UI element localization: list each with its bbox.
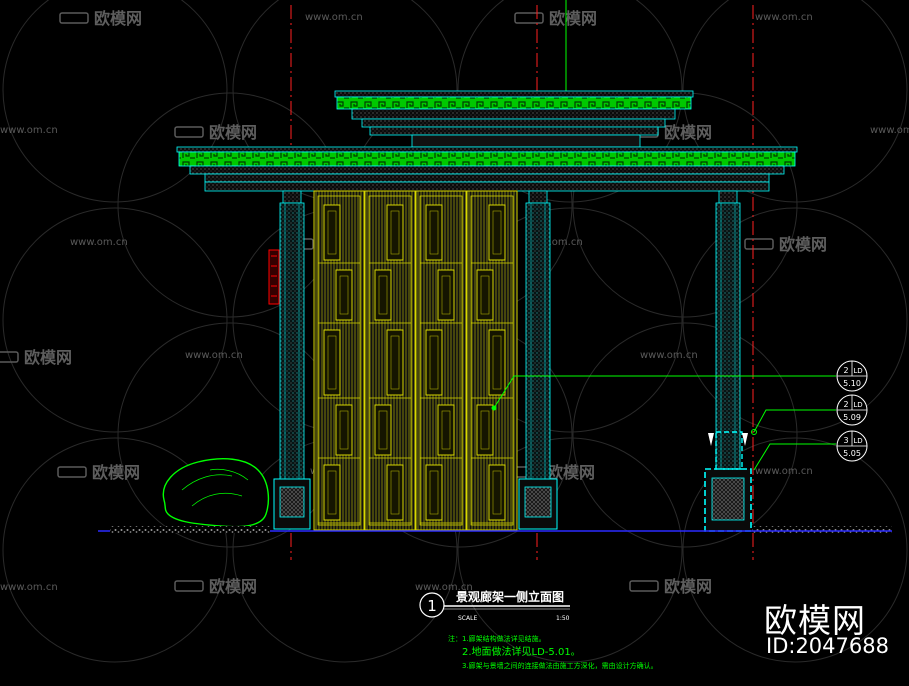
note-2: 2.地面做法详见LD-5.01。 xyxy=(462,645,581,658)
brand-id: ID:2047688 xyxy=(766,634,889,658)
scale-label: SCALE xyxy=(458,615,477,622)
lattice-panel xyxy=(313,190,365,531)
watermark-logo: 欧模网 xyxy=(92,463,140,482)
lattice-panel xyxy=(466,190,518,531)
lattice-panel xyxy=(415,190,467,531)
watermark-logo: 欧模网 xyxy=(209,123,257,142)
watermark-url: www.om.cn xyxy=(0,582,58,593)
watermark-logo-icon xyxy=(59,12,89,24)
watermark-logo: 欧模网 xyxy=(24,348,72,367)
note-1: 注：1.廊架结构做法详见结施。 xyxy=(448,634,546,643)
callout-1-bottom: 5.10 xyxy=(843,379,861,388)
callout-2: 2 LD 5.09 xyxy=(836,394,868,426)
watermark-logo-icon xyxy=(514,12,544,24)
callout-3-bottom: 5.05 xyxy=(843,449,861,458)
watermark-url: www.om.cn xyxy=(0,125,58,136)
callout-1-top: 2 xyxy=(843,366,848,375)
callout-2-bottom: 5.09 xyxy=(843,413,861,422)
callout-3-top: 3 xyxy=(843,436,848,445)
watermark-logo: 欧模网 xyxy=(664,577,712,596)
watermark-logo: 欧模网 xyxy=(664,123,712,142)
watermark-logo: 欧模网 xyxy=(779,235,827,254)
callout-3: 3 LD 5.05 xyxy=(836,430,868,462)
drawing-title-block: 1 景观廊架一侧立面图 SCALE 1:50 xyxy=(419,589,570,622)
column-right xyxy=(704,190,752,532)
callout-1: 2 LD 5.10 xyxy=(836,360,868,392)
callout-2-top: 2 xyxy=(843,400,848,409)
red-sign-panel xyxy=(268,249,280,305)
notes: 注：1.廊架结构做法详见结施。 2.地面做法详见LD-5.01。 3.廊架与景墙… xyxy=(448,634,658,670)
watermark-logo: 欧模网 xyxy=(549,9,597,28)
callout-3-mid: LD xyxy=(853,437,862,445)
callout-1-mid: LD xyxy=(853,367,862,375)
lattice-screen xyxy=(313,190,518,531)
upper-roof xyxy=(334,90,694,148)
cad-elevation-drawing: www.om.cn www.om.cn www.om.cn www.om.cn www.… xyxy=(0,0,909,670)
watermark-logo-icon xyxy=(174,580,204,592)
watermark-url: www.om.cn xyxy=(640,350,698,361)
watermark-url: www.om.cn xyxy=(870,125,909,136)
section-marker-right xyxy=(742,433,748,446)
watermark-logo-icon xyxy=(744,238,774,250)
watermark-logo: 欧模网 xyxy=(209,577,257,596)
boulder xyxy=(162,458,270,528)
note-3: 3.廊架与景墙之间的连接做法由施工方深化，需由设计方确认。 xyxy=(462,661,658,670)
watermark-url: www.om.cn xyxy=(70,237,128,248)
watermark-logo-icon xyxy=(174,126,204,138)
watermark-url: www.om.cn xyxy=(305,12,363,23)
watermark-logo-icon xyxy=(57,466,87,478)
column-left xyxy=(273,190,311,530)
watermark-url: www.om.cn xyxy=(755,466,813,477)
watermark-logo-icon xyxy=(629,580,659,592)
watermark-logo: 欧模网 xyxy=(94,9,142,28)
scale-value: 1:50 xyxy=(556,615,570,622)
lattice-panel xyxy=(364,190,416,531)
lower-roof xyxy=(176,146,798,192)
callout-2-mid: LD xyxy=(853,401,862,409)
watermark-url: www.om.cn xyxy=(185,350,243,361)
drawing-number: 1 xyxy=(427,597,437,615)
section-marker-left xyxy=(708,433,714,446)
drawing-title: 景观廊架一侧立面图 xyxy=(456,589,564,604)
watermark-url: www.om.cn xyxy=(755,12,813,23)
